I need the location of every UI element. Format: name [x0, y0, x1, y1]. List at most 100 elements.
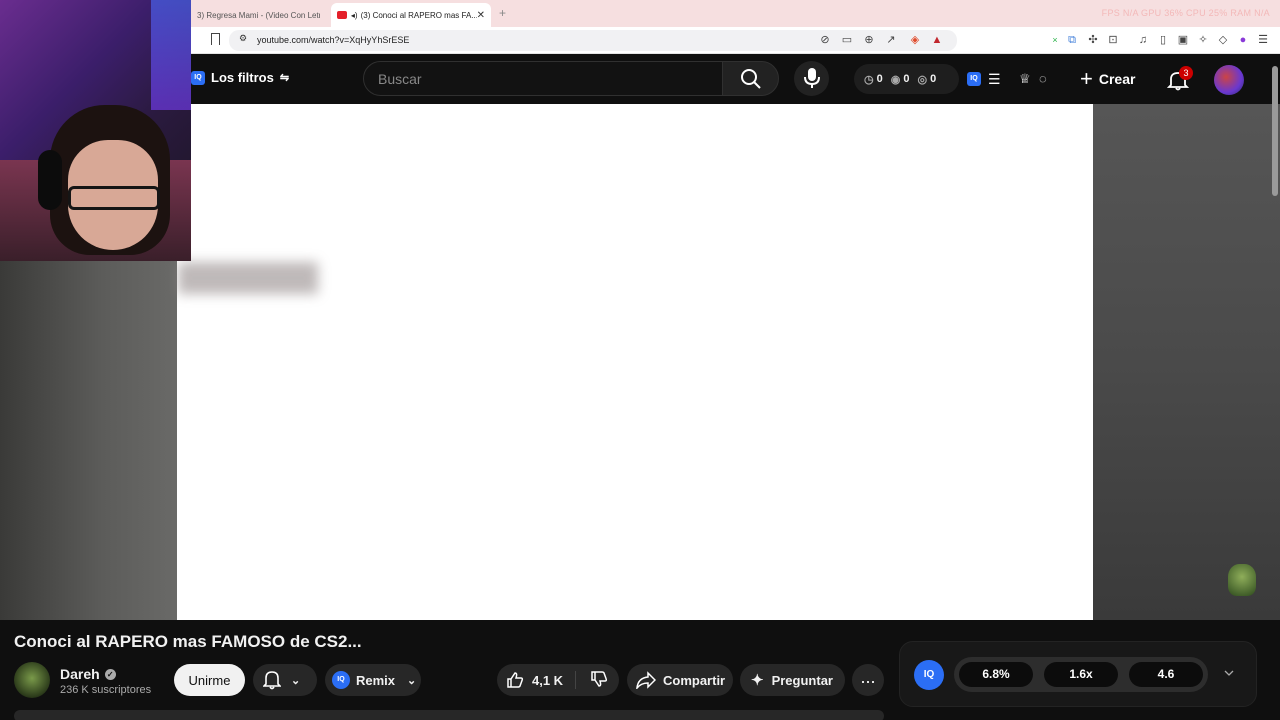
iq-icon: IQ [191, 70, 205, 85]
chevron-down-icon: ⌄ [291, 674, 301, 687]
performance-overlay: FPS N/A GPU 36% CPU 25% RAM N/A [1101, 8, 1270, 18]
iq-stat-multiplier[interactable]: 1.6x [1044, 662, 1118, 687]
counter-time: ◷ 0 [864, 73, 883, 86]
create-button[interactable]: + Crear [1080, 64, 1135, 94]
glasses [68, 186, 160, 210]
new-tab-icon[interactable]: + [499, 6, 506, 20]
share-button[interactable]: Compartir [627, 664, 733, 696]
youtube-favicon-icon [337, 11, 347, 19]
thumbs-down-icon [591, 670, 608, 687]
cast-icon[interactable]: ▭ [841, 34, 853, 46]
counter-views: ◉ 0 [891, 73, 910, 86]
headset [38, 150, 62, 210]
notification-badge: 3 [1179, 66, 1193, 80]
like-button[interactable]: 4,1 K [506, 671, 577, 689]
description-box-edge[interactable] [14, 710, 884, 720]
profile-icon[interactable]: ● [1237, 34, 1249, 46]
tab-title: 3) Regresa Mami - (Video Con Letra [197, 10, 320, 20]
iq-extension-icon[interactable]: IQ [967, 72, 981, 86]
iq-logo-icon[interactable]: IQ [914, 660, 944, 690]
clock-icon: ◷ [864, 73, 874, 86]
iq-stat-score[interactable]: 4.6 [1129, 662, 1203, 687]
media-icon[interactable]: ♫ [1137, 34, 1149, 46]
share-page-icon[interactable]: ↗ [885, 34, 897, 46]
extensions-icon[interactable]: ✣ [1087, 34, 1099, 46]
create-label: Crear [1098, 71, 1136, 87]
wallet-icon[interactable]: ▣ [1177, 34, 1189, 46]
page-scrollbar[interactable] [1272, 66, 1278, 196]
vpn-icon[interactable]: ◇ [1217, 34, 1229, 46]
speaker-icon: ◂) [350, 10, 358, 20]
channel-watermark[interactable] [1228, 564, 1256, 596]
screenshot-icon[interactable]: ⊡ [1107, 34, 1119, 46]
list-icon[interactable]: ☰ [988, 71, 1004, 87]
zoom-icon[interactable]: ⊕ [863, 34, 875, 46]
tab-close-icon[interactable]: ✕ [477, 10, 485, 21]
webcam-overlay [0, 0, 191, 261]
verified-icon: ✓ [104, 668, 116, 680]
brave-shield-icon[interactable]: ◈ [909, 34, 921, 46]
player-ambient-right [1093, 104, 1280, 620]
hide-icon[interactable]: ⊘ [819, 34, 831, 46]
youtube-header: IQ Los filtros ⇋ ◷0 ◉0 ◎0 IQ ☰ ♕ ◌ + Cre… [191, 54, 1280, 104]
translate-icon[interactable]: ⧉ [1066, 34, 1078, 46]
chat-icon[interactable]: ◌ [1039, 71, 1055, 87]
channel-avatar[interactable] [14, 662, 50, 698]
filters-button[interactable]: IQ Los filtros ⇋ [191, 70, 289, 85]
counter-watched: ◎ 0 [917, 73, 936, 86]
extension-x-icon[interactable]: × [1049, 34, 1061, 46]
voice-search-button[interactable] [794, 61, 829, 96]
sliders-icon: ⇋ [279, 72, 290, 84]
iq-stats-panel: IQ 6.8% 1.6x 4.6 [899, 641, 1257, 707]
microphone-icon [804, 68, 820, 88]
share-icon [636, 671, 656, 689]
eye-icon: ◉ [890, 73, 901, 86]
ask-label: Preguntar [771, 672, 833, 688]
search-icon [741, 69, 761, 89]
tab-title: (3) Conoci al RAPERO mas FA... [360, 10, 477, 20]
sidebar-icon[interactable]: ▯ [1157, 34, 1169, 46]
bell-outline-icon [263, 671, 281, 690]
join-button[interactable]: Unirme [174, 664, 245, 696]
ask-button[interactable]: ✦ Preguntar [740, 664, 845, 696]
site-info-icon[interactable]: ⚙ [239, 33, 247, 44]
iq-stat-engagement[interactable]: 6.8% [959, 662, 1033, 687]
leo-icon[interactable]: ✧ [1197, 34, 1209, 46]
iq-icon: IQ [332, 671, 350, 689]
eye-outline-icon: ◎ [917, 73, 928, 86]
more-actions-button[interactable]: ... [852, 664, 884, 696]
blurred-region [178, 262, 318, 294]
stats-counters: ◷ 0 ◉ 0 ◎ 0 [854, 64, 959, 94]
rewards-icon[interactable]: ▲ [931, 34, 943, 46]
search-button[interactable] [722, 61, 779, 96]
subscribe-notifications-button[interactable]: ⌄ [253, 664, 317, 696]
menu-icon[interactable]: ☰ [1257, 34, 1269, 46]
like-count: 4,1 K [532, 672, 564, 688]
thumbs-up-icon [507, 672, 524, 688]
chevron-down-icon: ⌄ [407, 674, 417, 687]
video-title: Conoci al RAPERO mas FAMOSO de CS2... [14, 632, 362, 651]
share-label: Compartir [663, 672, 726, 688]
bookmark-icon[interactable] [211, 33, 220, 45]
counter-value: 0 [903, 73, 910, 85]
sparkle-icon: ✦ [751, 672, 764, 689]
counter-value: 0 [930, 73, 937, 85]
search-input[interactable] [364, 62, 722, 96]
search-box [363, 61, 723, 96]
neon-light [151, 0, 191, 110]
counter-value: 0 [876, 73, 883, 85]
iq-stats-group: 6.8% 1.6x 4.6 [954, 657, 1208, 692]
user-avatar[interactable] [1214, 65, 1244, 95]
browser-tab-1[interactable]: 3) Regresa Mami - (Video Con Letra [191, 3, 326, 27]
filters-label: Los filtros [211, 70, 274, 85]
channel-name-row[interactable]: Dareh ✓ [60, 666, 116, 682]
dislike-button[interactable] [576, 670, 608, 691]
like-dislike-group: 4,1 K [497, 664, 619, 696]
chevron-down-icon[interactable] [1223, 667, 1235, 679]
video-player[interactable] [177, 104, 1093, 620]
address-bar-row: ⚙ youtube.com/watch?v=XqHyYhSrESE ⊘ ▭ ⊕ … [191, 27, 1280, 54]
subscriber-count: 236 K suscriptores [60, 684, 152, 696]
trophy-icon[interactable]: ♕ [1019, 71, 1035, 87]
remix-button[interactable]: IQ Remix ⌄ [325, 664, 421, 696]
browser-tab-active[interactable]: ◂) (3) Conoci al RAPERO mas FA... ✕ [331, 3, 491, 27]
